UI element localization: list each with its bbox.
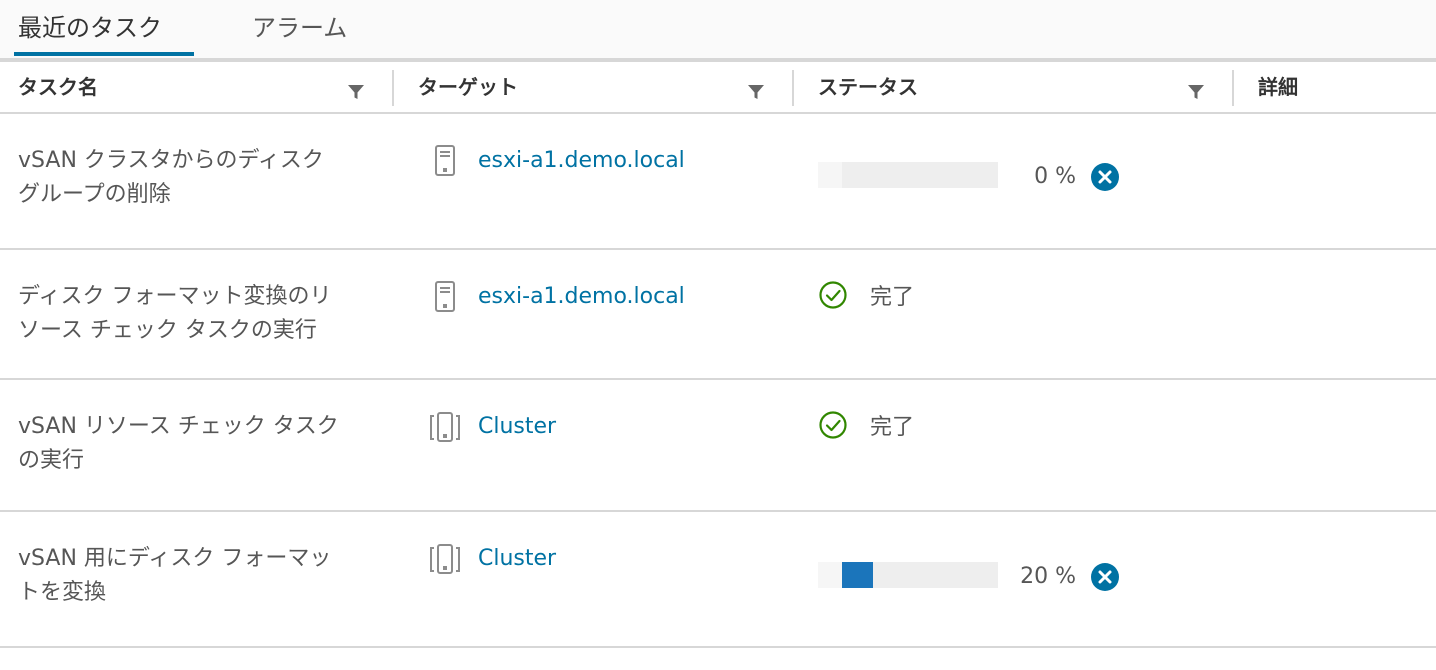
progress-fill xyxy=(842,562,873,588)
host-icon xyxy=(435,281,455,312)
status-text: 完了 xyxy=(870,285,915,310)
progress-label: 20 % xyxy=(1020,564,1076,589)
cluster-icon xyxy=(430,544,460,574)
host-icon xyxy=(435,145,455,176)
task-progress: 20 % xyxy=(818,560,1120,594)
status-text: 完了 xyxy=(870,415,915,440)
column-header-target[interactable]: ターゲット xyxy=(418,62,518,112)
progress-bar xyxy=(818,162,998,188)
progress-label: 0 % xyxy=(1034,164,1076,189)
column-resizer[interactable] xyxy=(792,70,794,106)
tab-recent-tasks[interactable]: 最近のタスク xyxy=(18,8,162,48)
success-check-icon xyxy=(819,281,847,309)
cancel-task-icon[interactable] xyxy=(1090,562,1120,592)
table-row[interactable]: vSAN リソース チェック タスク の実行 Cluster 完了 xyxy=(0,380,1436,512)
table-row[interactable]: vSAN クラスタからのディスク グループの削除 esxi-a1.demo.lo… xyxy=(0,114,1436,250)
table-row[interactable]: vSAN 用にディスク フォーマッ トを変換 Cluster 20 % xyxy=(0,512,1436,648)
tab-bar: 最近のタスク アラーム xyxy=(0,0,1436,60)
task-target: esxi-a1.demo.local xyxy=(428,144,685,178)
target-link[interactable]: esxi-a1.demo.local xyxy=(478,144,685,178)
target-link[interactable]: esxi-a1.demo.local xyxy=(478,280,685,314)
task-status: 完了 xyxy=(818,278,914,312)
table-row[interactable]: ディスク フォーマット変換のリ ソース チェック タスクの実行 esxi-a1.… xyxy=(0,250,1436,380)
task-target: esxi-a1.demo.local xyxy=(428,280,685,314)
target-link[interactable]: Cluster xyxy=(478,542,556,576)
column-resizer[interactable] xyxy=(1232,70,1234,106)
cluster-icon xyxy=(430,412,460,442)
tab-alarms[interactable]: アラーム xyxy=(252,8,347,48)
task-name: vSAN 用にディスク フォーマッ トを変換 xyxy=(18,546,332,605)
table-header: タスク名 ターゲット ステータス 詳細 xyxy=(0,62,1436,114)
column-resizer[interactable] xyxy=(392,70,394,106)
progress-bar xyxy=(818,562,998,588)
task-target: Cluster xyxy=(428,542,556,576)
cancel-task-icon[interactable] xyxy=(1090,162,1120,192)
filter-icon[interactable] xyxy=(1186,82,1206,102)
column-header-task-name[interactable]: タスク名 xyxy=(18,62,98,112)
task-name: ディスク フォーマット変換のリ ソース チェック タスクの実行 xyxy=(18,284,332,343)
task-name: vSAN リソース チェック タスク の実行 xyxy=(18,414,339,473)
task-name: vSAN クラスタからのディスク グループの削除 xyxy=(18,148,324,207)
filter-icon[interactable] xyxy=(746,82,766,102)
task-status: 完了 xyxy=(818,408,914,442)
task-target: Cluster xyxy=(428,410,556,444)
column-header-details[interactable]: 詳細 xyxy=(1258,62,1298,112)
active-tab-indicator xyxy=(14,52,194,56)
filter-icon[interactable] xyxy=(346,82,366,102)
success-check-icon xyxy=(819,411,847,439)
task-progress: 0 % xyxy=(818,160,1120,194)
column-header-status[interactable]: ステータス xyxy=(818,62,918,112)
target-link[interactable]: Cluster xyxy=(478,410,556,444)
